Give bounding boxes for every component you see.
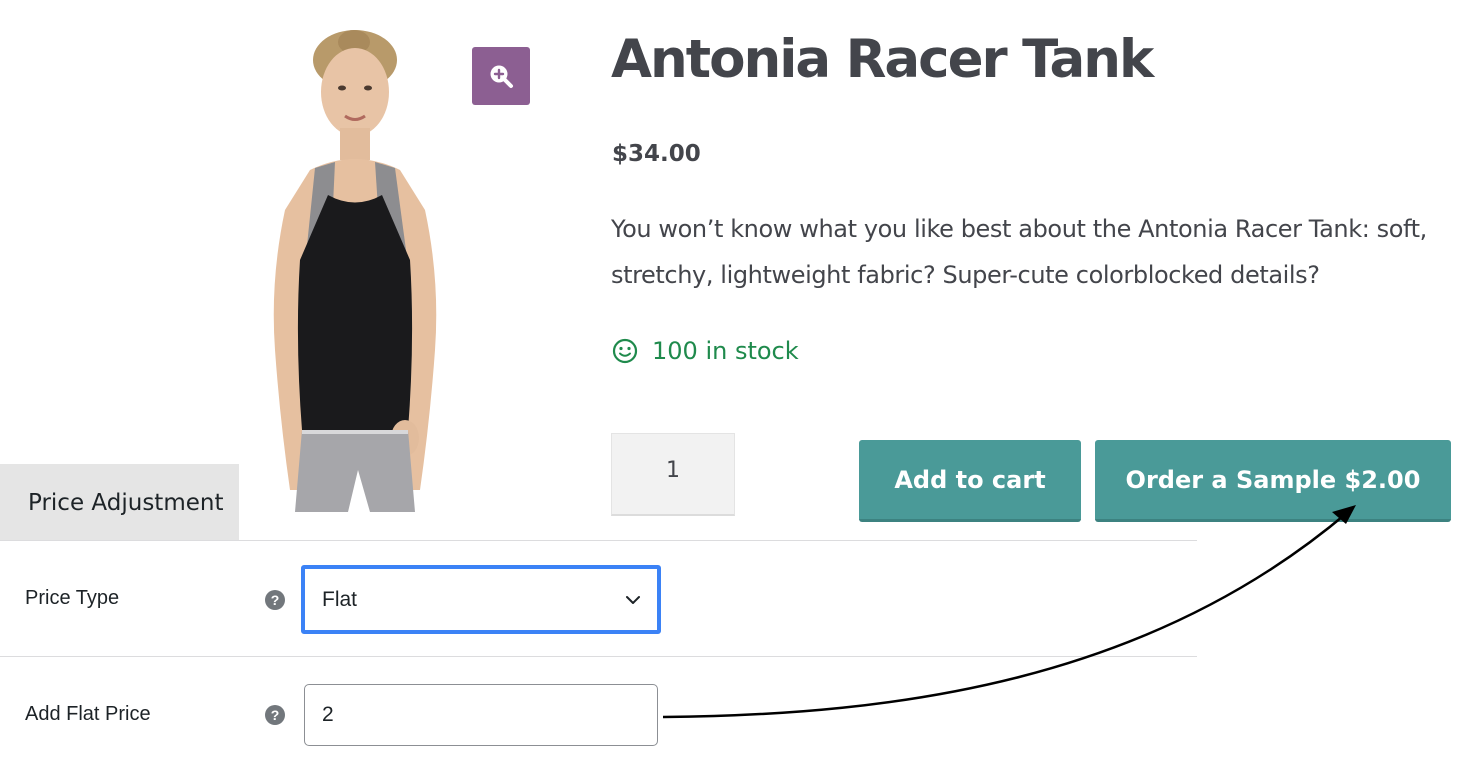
flat-price-row: Add Flat Price ? xyxy=(0,657,1197,767)
zoom-in-icon xyxy=(487,62,515,90)
zoom-button[interactable] xyxy=(472,47,530,105)
price-type-row: Price Type ? Flat xyxy=(0,541,1197,657)
tab-price-adjustment[interactable]: Price Adjustment xyxy=(0,464,239,541)
add-to-cart-button[interactable]: Add to cart xyxy=(859,440,1081,522)
price-type-label: Price Type xyxy=(25,587,120,609)
product-page: Antonia Racer Tank $34.00 You won’t know… xyxy=(0,0,1472,767)
product-price: $34.00 xyxy=(612,141,701,167)
product-description: You won’t know what you like best about … xyxy=(611,215,1427,289)
order-sample-button[interactable]: Order a Sample $2.00 xyxy=(1095,440,1451,522)
chevron-down-icon xyxy=(623,590,643,610)
flat-price-label: Add Flat Price xyxy=(25,703,151,725)
smiley-icon xyxy=(612,338,638,364)
price-type-value: Flat xyxy=(322,587,358,611)
question-icon[interactable]: ? xyxy=(265,705,285,725)
stock-status: 100 in stock xyxy=(612,334,799,368)
price-type-select[interactable]: Flat xyxy=(301,565,661,634)
question-icon[interactable]: ? xyxy=(265,590,285,610)
stock-text: 100 in stock xyxy=(652,337,799,365)
product-image[interactable] xyxy=(250,20,500,512)
flat-price-input[interactable] xyxy=(304,684,658,746)
price-adjustment-panel: Price Type ? Flat Add Flat Price ? xyxy=(0,540,1197,767)
product-title: Antonia Racer Tank xyxy=(611,29,1154,90)
model-photo xyxy=(273,30,437,512)
quantity-input[interactable] xyxy=(611,433,735,516)
